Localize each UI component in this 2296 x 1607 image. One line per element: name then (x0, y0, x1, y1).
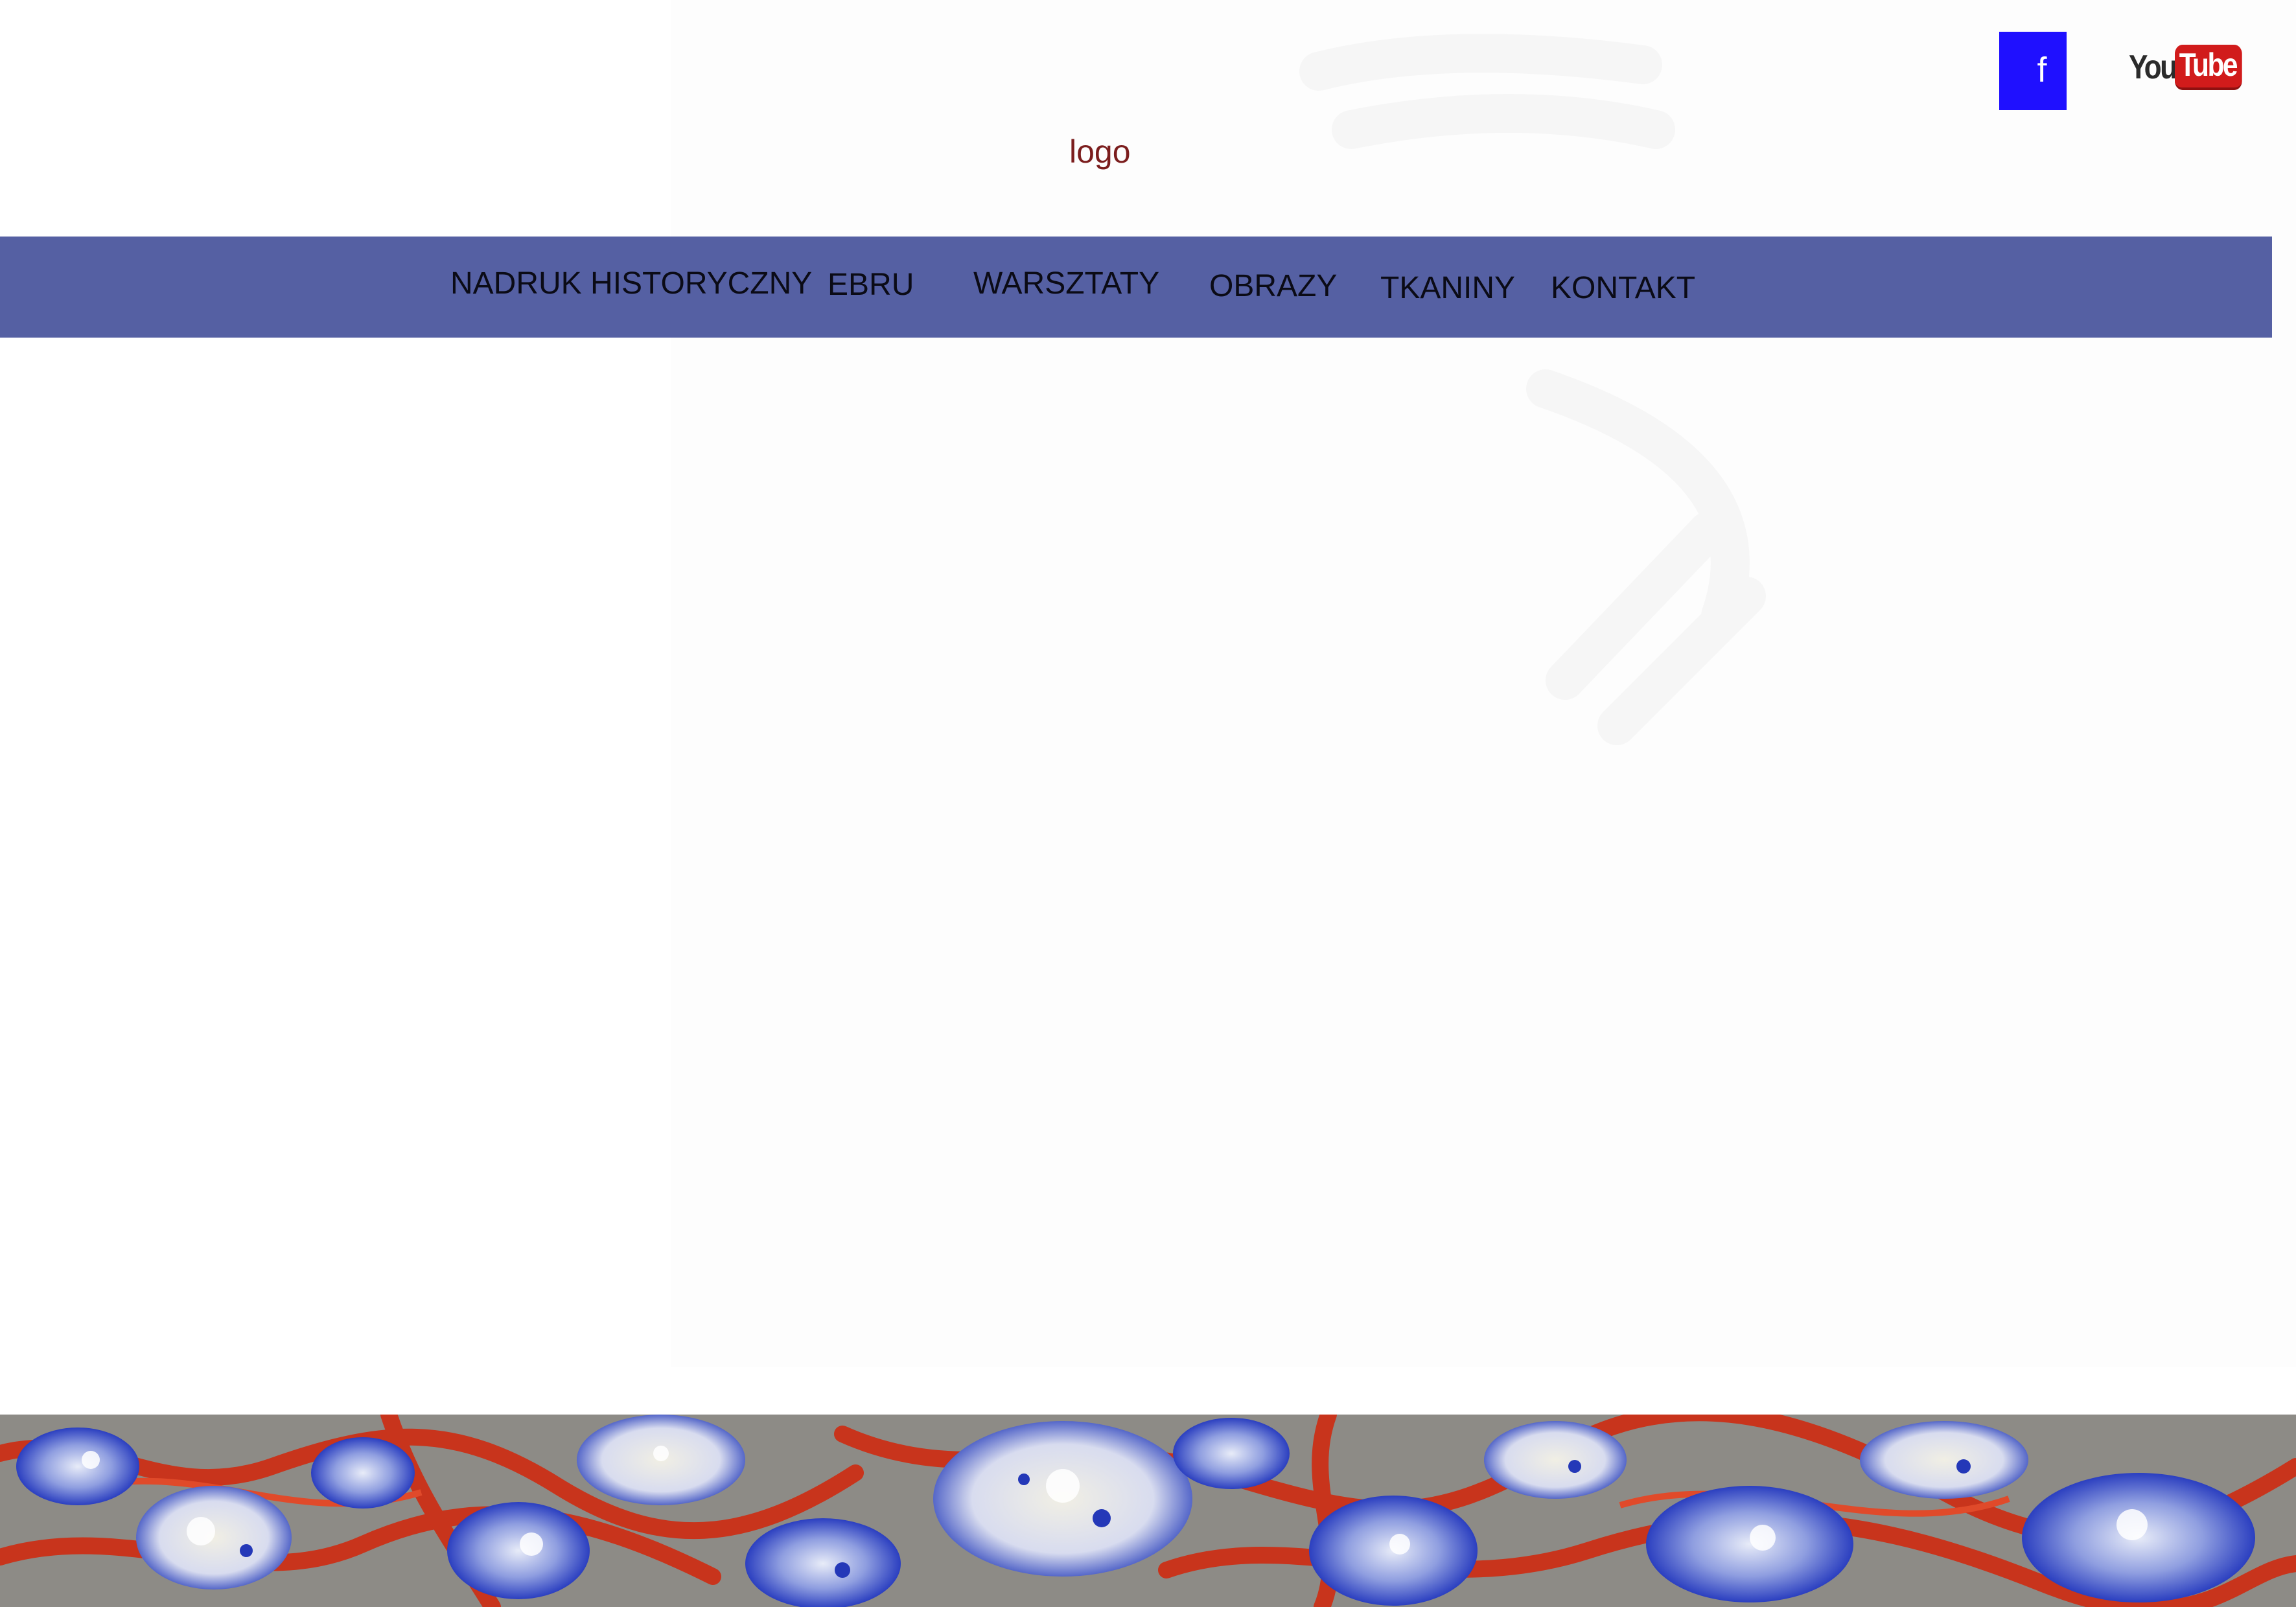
youtube-tube-text: Tube (2175, 45, 2242, 90)
nav-item-ebru[interactable]: EBRU (828, 267, 914, 303)
ebru-marble-banner (0, 1415, 2296, 1607)
main-navigation: NADRUK HISTORYCZNY EBRU WARSZTATY OBRAZY… (0, 237, 2272, 338)
nav-item-tkaniny[interactable]: TKANINY (1380, 270, 1515, 306)
page-background (671, 0, 2296, 1367)
youtube-logo[interactable]: You Tube (2129, 45, 2254, 90)
facebook-label: f (2037, 51, 2047, 89)
nav-item-kontakt[interactable]: KONTAKT (1551, 270, 1695, 306)
marble-pattern-image (0, 1415, 2296, 1607)
nav-item-nadruk-historyczny[interactable]: NADRUK HISTORYCZNY (450, 266, 812, 301)
facebook-icon[interactable]: f (1999, 32, 2067, 110)
site-logo[interactable]: logo (1069, 133, 1131, 170)
youtube-you-text: You (2129, 49, 2177, 86)
nav-item-obrazy[interactable]: OBRAZY (1209, 268, 1337, 304)
nav-item-warsztaty[interactable]: WARSZTATY (973, 266, 1159, 301)
